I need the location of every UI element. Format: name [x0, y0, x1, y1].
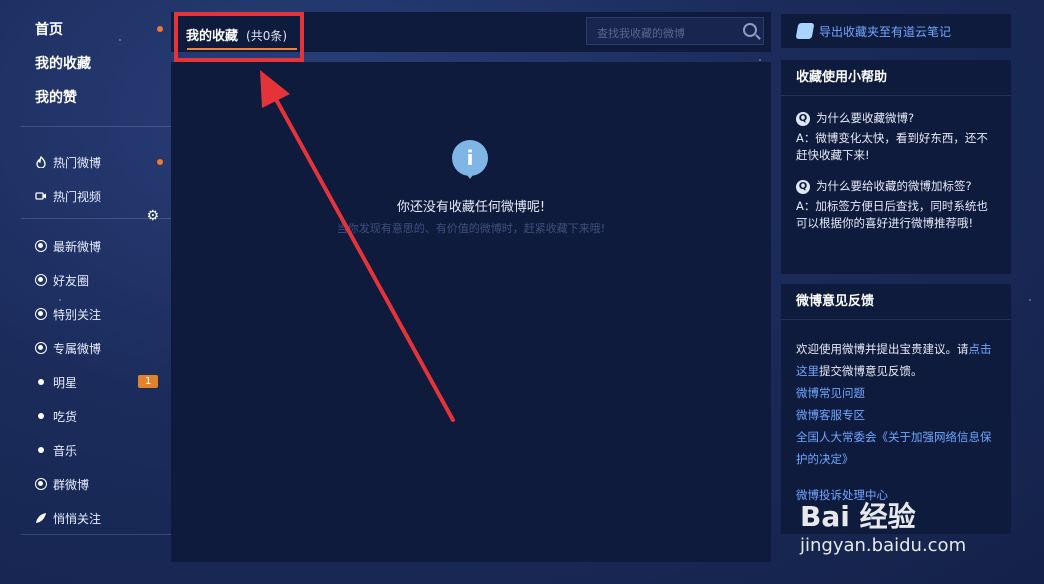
nav-item-group-weibo[interactable]: 群微博: [21, 467, 171, 501]
heart-circle-icon: [35, 274, 47, 286]
feedback-text-part: 欢迎使用微博并提出宝贵建议。请: [796, 342, 969, 356]
hot-new-dot: [157, 159, 163, 165]
nav-item-friends[interactable]: 好友圈: [21, 263, 171, 297]
question-icon: Q: [796, 179, 810, 194]
favorites-empty-panel: i 你还没有收藏任何微博呢! 当你发现有意思的、有价值的微博时，赶紧收藏下来哦!: [171, 62, 771, 562]
home-new-dot: [157, 26, 163, 32]
nav-item-label: 热门微博: [53, 155, 102, 170]
faq-link[interactable]: 微博常见问题: [796, 382, 996, 404]
watermark-logo: Bai 经验: [800, 500, 916, 533]
help-question: 为什么要给收藏的微博加标签?: [816, 179, 972, 193]
nav-item-hot-weibo[interactable]: 热门微博: [21, 145, 171, 179]
nav-item-special[interactable]: 特别关注: [21, 297, 171, 331]
nav-item-music[interactable]: 音乐: [21, 433, 171, 467]
nav-item-label: 群微博: [53, 477, 90, 492]
chart-circle-icon: [35, 342, 47, 354]
nav-item-exclusive[interactable]: 专属微博: [21, 331, 171, 365]
annotation-highlight-box: [174, 12, 304, 62]
feedback-text: 欢迎使用微博并提出宝贵建议。请点击这里提交微博意见反馈。: [796, 338, 996, 382]
feedback-text-part: 提交微博意见反馈。: [819, 364, 923, 378]
bullet-icon: [38, 413, 44, 419]
export-label: 导出收藏夹至有道云笔记: [819, 24, 952, 39]
nav-item-latest[interactable]: 最新微博: [21, 229, 171, 263]
nav-item-label: 特别关注: [53, 307, 102, 322]
help-card: 收藏使用小帮助 Q 为什么要收藏微博? A：微博变化太快，看到好东西，还不赶快收藏…: [781, 60, 1011, 274]
left-nav: 首页 我的收藏 我的赞 热门微博 热门视频 ⚙ 最新微博 好友圈 特别关注 专属…: [21, 0, 171, 584]
nav-item-label: 悄悄关注: [53, 511, 102, 526]
search-placeholder: 查找我收藏的微博: [597, 27, 685, 40]
nav-top-section: 首页 我的收藏 我的赞: [21, 0, 171, 127]
nav-item-favorites[interactable]: 我的收藏: [21, 52, 171, 86]
nav-item-label: 专属微博: [53, 341, 102, 356]
nav-item-label: 明星: [53, 375, 78, 390]
leaf-icon: [35, 512, 47, 524]
nav-item-home[interactable]: 首页: [21, 18, 171, 52]
npc-decision-link[interactable]: 全国人大常委会《关于加强网络信息保护的决定》: [796, 426, 996, 470]
bullet-icon: [38, 447, 44, 453]
customer-service-link[interactable]: 微博客服专区: [796, 404, 996, 426]
nav-item-quiet-follow[interactable]: 悄悄关注: [21, 501, 171, 535]
help-answer: A：微博变化太快，看到好东西，还不赶快收藏下来!: [796, 131, 988, 162]
count-badge: 1: [138, 375, 159, 388]
eye-circle-icon: [35, 308, 47, 320]
nav-item-label: 吃货: [53, 409, 78, 424]
star-circle-icon: [35, 240, 47, 252]
watermark-url: jingyan.baidu.com: [800, 535, 967, 556]
search-input[interactable]: 查找我收藏的微博: [586, 17, 764, 45]
nav-item-foodie[interactable]: 吃货: [21, 399, 171, 433]
empty-subtitle: 当你发现有意思的、有价值的微博时，赶紧收藏下来哦!: [336, 222, 606, 235]
question-icon: Q: [796, 111, 810, 126]
info-icon: i: [452, 140, 488, 179]
export-to-youdao-link[interactable]: 导出收藏夹至有道云笔记: [781, 14, 1011, 48]
help-title: 收藏使用小帮助: [781, 60, 1011, 96]
help-question: 为什么要收藏微博?: [816, 111, 915, 125]
nav-item-likes[interactable]: 我的赞: [21, 86, 171, 120]
nav-groups-section: 最新微博 好友圈 特别关注 专属微博 明星 1 吃货 音乐 群微博 悄悄关注: [21, 219, 171, 535]
gear-icon[interactable]: ⚙: [146, 208, 159, 224]
empty-title: 你还没有收藏任何微博呢!: [396, 200, 546, 215]
nav-item-stars[interactable]: 明星 1: [21, 365, 171, 399]
nav-item-label: 最新微博: [53, 239, 102, 254]
video-icon: [35, 190, 47, 202]
bullet-icon: [38, 379, 44, 385]
nav-item-label: 音乐: [53, 443, 78, 458]
feedback-title: 微博意见反馈: [781, 284, 1011, 320]
fire-icon: [35, 156, 47, 168]
nav-item-label: 热门视频: [53, 189, 102, 204]
search-icon[interactable]: [743, 23, 757, 37]
baidu-jingyan-watermark: Bai 经验 jingyan.baidu.com: [800, 495, 966, 556]
nav-hot-section: 热门微博 热门视频: [21, 127, 171, 219]
nav-item-label: 好友圈: [53, 273, 90, 288]
note-icon: [795, 23, 815, 39]
help-answer: A：加标签方便日后查找，同时系统也可以根据你的喜好进行微博推荐哦!: [796, 199, 988, 230]
group-circle-icon: [35, 478, 47, 490]
